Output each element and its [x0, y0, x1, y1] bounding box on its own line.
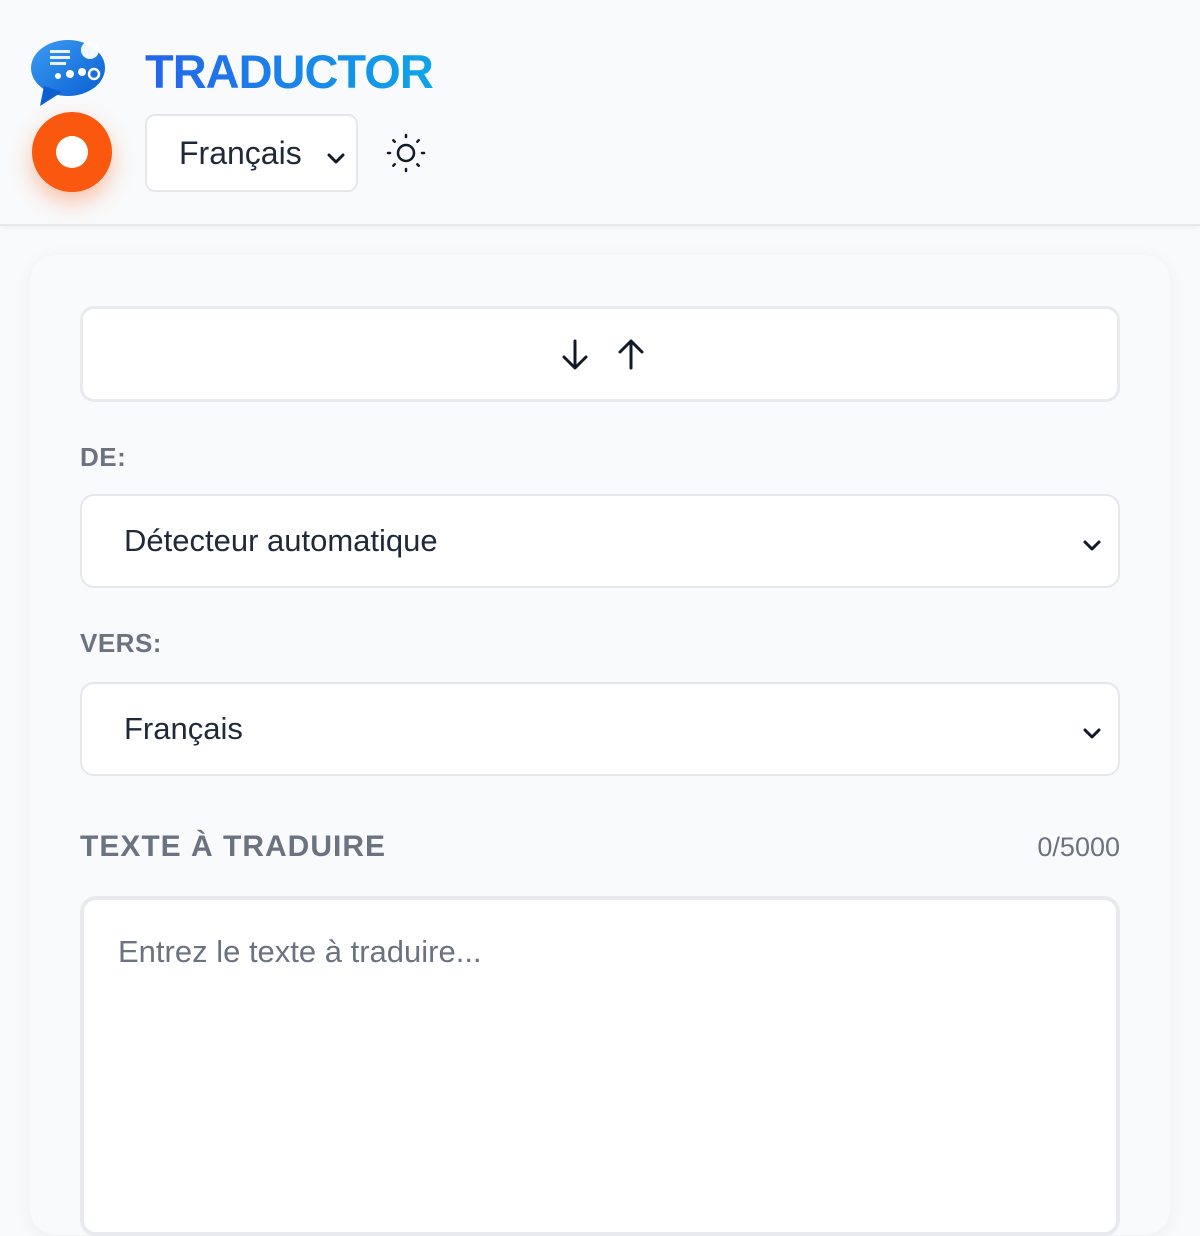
ui-language-select[interactable]: Français	[145, 114, 358, 192]
chat-bubble-logo-icon	[30, 36, 112, 108]
record-button[interactable]	[32, 112, 112, 192]
target-language-label: VERS:	[80, 628, 162, 658]
source-language-value: Détecteur automatique	[124, 523, 438, 558]
app-header: TRADUCTOR Français	[0, 0, 1200, 226]
input-section-title: TEXTE À TRADUIRE	[80, 830, 387, 863]
source-language-label: DE:	[80, 442, 127, 472]
source-language-select[interactable]: Détecteur automatique	[80, 494, 1120, 588]
target-language-select[interactable]: Français	[80, 682, 1120, 776]
arrow-down-icon	[562, 339, 588, 370]
ui-language-value: Français	[179, 134, 302, 171]
theme-toggle-sun-icon[interactable]	[383, 130, 429, 176]
arrow-up-icon	[618, 339, 644, 370]
app-title: TRADUCTOR	[145, 45, 434, 98]
record-icon	[56, 136, 88, 168]
target-language-value: Français	[124, 711, 243, 746]
character-counter: 0/5000	[1037, 832, 1120, 862]
chevron-down-icon	[1080, 530, 1104, 554]
source-text-input[interactable]	[80, 896, 1120, 1236]
chevron-down-icon	[1080, 718, 1104, 742]
chevron-down-icon	[324, 142, 348, 166]
swap-languages-button[interactable]	[80, 306, 1120, 402]
